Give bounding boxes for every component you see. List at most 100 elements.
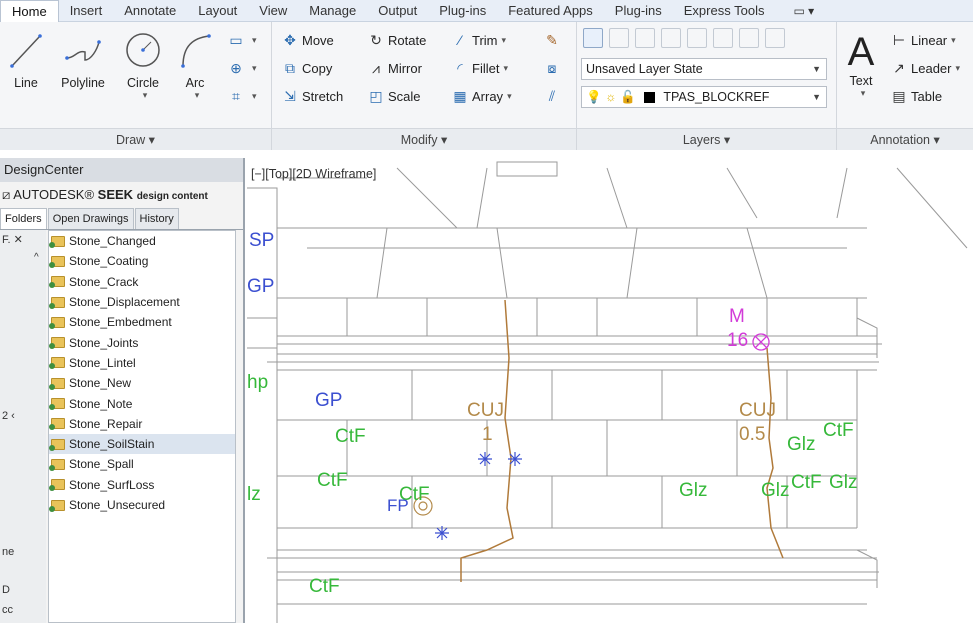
offset-tool[interactable]: ⫽ [544,84,564,108]
layer-tool-icon[interactable] [635,28,655,48]
folder-icon [49,458,65,471]
viewport-controls-label[interactable]: [−][Top][2D Wireframe] [251,167,376,181]
folder-pane-header[interactable]: F. ✕ [0,230,46,249]
folder-icon [49,276,65,289]
drawing-label: Glz [829,472,858,493]
drawing-label: Glz [679,480,708,501]
tree-item[interactable]: Stone_SurfLoss [49,475,235,495]
erase-tool[interactable]: ✎ [544,28,564,52]
tab-featured-apps[interactable]: Featured Apps [497,0,604,22]
tree-item[interactable]: Stone_Repair [49,414,235,434]
layer-tool-icon[interactable] [609,28,629,48]
lock-icon: 🔓 [620,90,636,104]
folder-icon [49,438,65,451]
folder-icon [49,479,65,492]
move-tool[interactable]: ✥ Move [282,28,334,52]
mirror-tool[interactable]: ⩘ Mirror [368,56,422,80]
tab-history[interactable]: History [134,208,179,229]
drawing-label: GP [247,276,275,297]
tree-item[interactable]: Stone_Spall [49,454,235,474]
tab-folders[interactable]: Folders [0,208,47,229]
layer-properties-button[interactable] [583,28,603,48]
arc-icon [181,34,211,68]
fillet-icon: ◜ [457,60,463,76]
text-tool[interactable]: A Text ▾ [841,30,881,99]
layers-panel: Unsaved Layer State ▼ 💡 ☼ 🔓 TPAS_BLOCKREF… [577,22,837,150]
tab-manage[interactable]: Manage [298,0,367,22]
tab-plugins-2[interactable]: Plug-ins [604,0,673,22]
fillet-tool[interactable]: ◜ Fillet ▾ [452,56,508,80]
layer-tool-icon[interactable] [713,28,733,48]
tab-view[interactable]: View [248,0,298,22]
drawing-label: SP [249,230,275,251]
tab-annotate[interactable]: Annotate [113,0,187,22]
line-tool[interactable]: Line [6,30,46,90]
layers-panel-title[interactable]: Layers ▾ [577,128,836,150]
tab-home[interactable]: Home [0,0,59,22]
scale-tool[interactable]: ◰ Scale [368,84,420,108]
circle-tool[interactable]: Circle ▾ [120,30,166,101]
trim-tool[interactable]: ⁄ Trim ▾ [452,28,506,52]
tree-item[interactable]: Stone_Coating [49,251,235,271]
ribbon-minimize-button[interactable]: ▭ ▾ [793,4,814,18]
hatch-tool[interactable]: ⌗ ▾ [228,84,256,108]
polyline-tool[interactable]: Polyline [56,30,110,90]
collapse-arrow-icon[interactable]: ^ [34,252,39,263]
design-center-palette: DesignCenter ⧄ AUTODESK® SEEK design con… [0,158,245,623]
tab-output[interactable]: Output [367,0,428,22]
line-icon [10,34,42,68]
offset-icon: ⫽ [548,88,556,104]
layer-tool-icon[interactable] [687,28,707,48]
ribbon-tabs: Home Insert Annotate Layout View Manage … [0,0,973,22]
tree-item[interactable]: Stone_Joints [49,332,235,352]
tree-item[interactable]: Stone_Changed [49,231,235,251]
drawing-label: GP [315,390,343,411]
ellipse-tool[interactable]: ⊕ ▾ [228,56,256,80]
drawing-label: CtF [309,576,340,597]
circle-dropdown[interactable]: ▾ [124,90,166,101]
tab-layout[interactable]: Layout [187,0,248,22]
arc-dropdown[interactable]: ▾ [176,90,218,101]
layer-tool-icon[interactable] [661,28,681,48]
modify-panel-title[interactable]: Modify ▾ [272,128,576,150]
annotation-panel-title[interactable]: Annotation ▾ [837,128,973,150]
drawing-label: CtF [317,470,348,491]
tab-express-tools[interactable]: Express Tools [673,0,776,22]
table-tool[interactable]: ▤ Table [891,84,942,108]
drawing-canvas[interactable]: [−][Top][2D Wireframe] SP GP hp lz GP Ct… [247,158,973,623]
arc-tool[interactable]: Arc ▾ [172,30,218,101]
autodesk-seek-logo[interactable]: ⧄ AUTODESK® SEEK design content [0,182,243,208]
line-label: Line [14,76,38,90]
rotate-tool[interactable]: ↻ Rotate [368,28,426,52]
rectangle-tool[interactable]: ▭ ▾ [228,28,256,52]
tab-insert[interactable]: Insert [59,0,114,22]
layer-color-swatch [644,92,656,104]
copy-tool[interactable]: ⧉ Copy [282,56,332,80]
tree-item[interactable]: Stone_Crack [49,272,235,292]
tree-item[interactable]: Stone_Note [49,393,235,413]
tree-item-selected[interactable]: Stone_SoilStain [49,433,235,455]
layer-tool-icon[interactable] [765,28,785,48]
layer-state-select[interactable]: Unsaved Layer State ▼ [581,58,827,80]
stretch-icon: ⇲ [284,88,296,104]
folder-icon [49,316,65,329]
leader-tool[interactable]: ↗ Leader ▾ [891,56,960,80]
tab-plugins[interactable]: Plug-ins [428,0,497,22]
tree-item[interactable]: Stone_Displacement [49,292,235,312]
table-icon: ▤ [892,88,906,104]
folder-icon [49,337,65,350]
explode-tool[interactable]: ⧇ [544,56,564,80]
current-layer-select[interactable]: 💡 ☼ 🔓 TPAS_BLOCKREF ▼ [581,86,827,108]
tab-open-drawings[interactable]: Open Drawings [47,208,134,229]
stretch-tool[interactable]: ⇲ Stretch [282,84,343,108]
tree-item[interactable]: Stone_New [49,373,235,393]
linear-dimension-tool[interactable]: ⊢ Linear ▾ [891,28,956,52]
folder-pane-fragment: 2 ‹ [2,410,15,422]
tree-item[interactable]: Stone_Unsecured [49,495,235,515]
layer-tool-icon[interactable] [739,28,759,48]
array-tool[interactable]: ▦ Array ▾ [452,84,511,108]
draw-panel-title[interactable]: Draw ▾ [0,128,271,150]
tree-item[interactable]: Stone_Embedment [49,312,235,332]
tree-item[interactable]: Stone_Lintel [49,353,235,373]
arc-label: Arc [185,76,205,90]
